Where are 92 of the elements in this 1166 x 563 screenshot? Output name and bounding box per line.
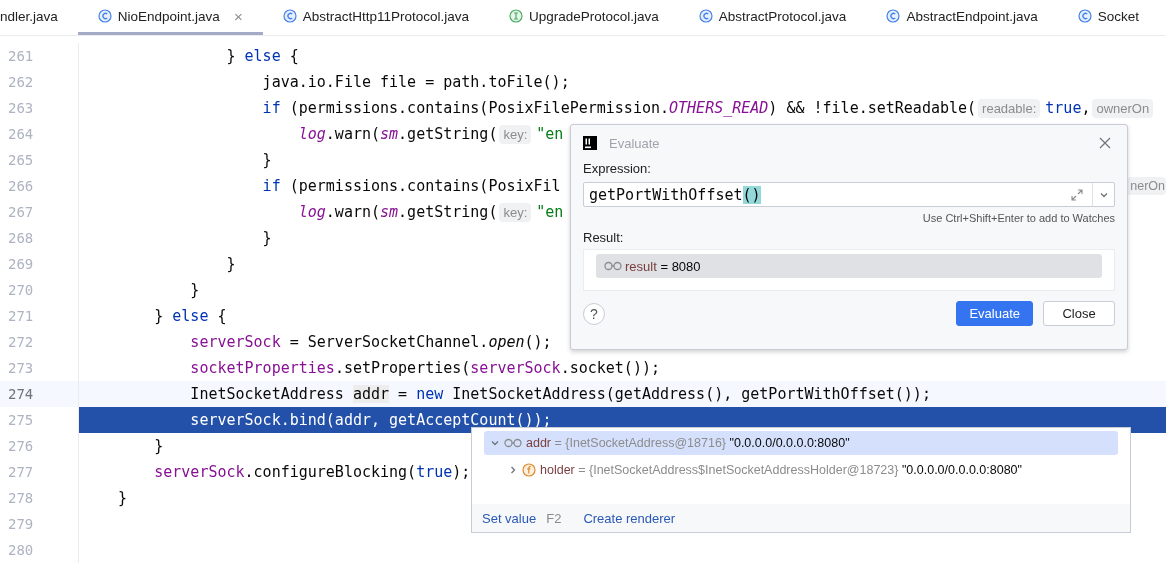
editor-tab[interactable]: Socket xyxy=(1057,0,1159,35)
line-number: 271 xyxy=(7,308,35,324)
line-number: 261 xyxy=(7,48,35,64)
line-number: 268 xyxy=(7,230,35,246)
line-number: 280 xyxy=(7,542,35,558)
code-text: } else { xyxy=(153,307,227,325)
editor-tab[interactable]: NioEndpoint.java × xyxy=(77,0,263,35)
expand-icon[interactable] xyxy=(1070,187,1084,202)
line-number: 263 xyxy=(7,100,35,116)
code-text: socketProperties.setProperties(serverSock.socket()); xyxy=(189,359,660,377)
code-text: "en xyxy=(536,203,564,221)
line-number: 278 xyxy=(7,490,35,506)
expression-field[interactable]: getPortWithOffset() xyxy=(583,182,1115,207)
line-number: 273 xyxy=(7,360,35,376)
tab-label: AbstractProtocol.java xyxy=(718,8,847,24)
inlay-hint: key: xyxy=(499,202,532,222)
code-text: } xyxy=(225,255,236,273)
code-text: java.io.File file = path.toFile(); xyxy=(261,73,570,91)
code-text: } xyxy=(261,229,272,247)
line-number: 279 xyxy=(7,516,35,532)
inlay-hint: ownerOn xyxy=(1092,98,1154,118)
glasses-icon xyxy=(604,261,622,271)
help-button[interactable]: ? xyxy=(583,302,605,325)
code-text: } xyxy=(261,151,272,169)
action-link[interactable]: Create renderer xyxy=(583,510,676,526)
tab-label: AbstractEndpoint.java xyxy=(906,8,1038,24)
line-number: 266 xyxy=(7,178,35,194)
editor-tab[interactable]: AbstractHttp11Protocol.java xyxy=(262,0,489,35)
class-icon xyxy=(282,9,297,23)
editor-tab[interactable]: AbstractProtocol.java xyxy=(678,0,867,35)
result-row[interactable]: result = 8080 xyxy=(596,254,1102,278)
class-icon xyxy=(97,9,112,23)
inlay-hint: readable: xyxy=(978,98,1041,118)
code-text: } xyxy=(153,437,164,455)
variable-row[interactable]: addr = {InetSocketAddress@18716} "0.0.0.0/0.0.0.0:8080" xyxy=(484,431,1118,455)
line-number: 277 xyxy=(7,464,35,480)
variable-text: holder = {InetSocketAddress$InetSocketAddressHolder@18723} "0.0.0.0/0.0.0.0:8080" xyxy=(540,463,1022,477)
result-label: Result: xyxy=(583,230,625,245)
app-logo-icon xyxy=(583,136,597,150)
close-icon[interactable]: × xyxy=(233,7,243,25)
editor-tab[interactable]: UpgradeProtocol.java xyxy=(489,0,679,35)
result-text: result = 8080 xyxy=(625,258,701,274)
code-text: true, xyxy=(1045,99,1091,117)
code-text: log.warn(sm.getString( xyxy=(297,203,498,221)
class-icon xyxy=(886,9,901,23)
editor-tab[interactable]: ndler.java xyxy=(0,0,78,35)
interface-icon xyxy=(509,9,523,23)
glasses-icon xyxy=(504,438,522,448)
tab-label: Socket xyxy=(1097,8,1139,24)
class-icon xyxy=(1077,9,1092,23)
line-number: 265 xyxy=(7,152,35,168)
code-text: serverSock.configureBlocking(true); xyxy=(153,463,471,481)
inlay-hint: nerOn xyxy=(1127,177,1166,195)
line-number: 272 xyxy=(7,334,35,350)
field-icon xyxy=(522,463,536,477)
expression-label: Expression: xyxy=(583,161,652,176)
code-text: InetSocketAddress addr = new InetSocketAddress(getAddress(), getPortWithOffset()); xyxy=(189,385,931,403)
editor-tab[interactable]: AbstractEndpoint.java xyxy=(866,0,1058,35)
line-number: 267 xyxy=(7,204,35,220)
code-text: if (permissions.contains(PosixFil xyxy=(261,177,561,195)
line-number: 274 xyxy=(7,386,35,402)
code-text: } else { xyxy=(225,47,299,65)
close-icon[interactable] xyxy=(1099,137,1111,149)
variable-text: addr = {InetSocketAddress@18716} "0.0.0.0/0.0.0.0:8080" xyxy=(526,436,850,450)
variable-row[interactable]: holder = {InetSocketAddress$InetSocketAddressHolder@18723} "0.0.0.0/0.0.0.0:8080" xyxy=(484,458,1118,482)
dialog-title: Evaluate xyxy=(609,135,660,151)
evaluate-button[interactable]: Evaluate xyxy=(956,301,1033,326)
code-text: log.warn(sm.getString( xyxy=(297,125,498,143)
tab-label: UpgradeProtocol.java xyxy=(529,8,659,24)
code-text: } xyxy=(189,281,200,299)
line-number: 276 xyxy=(7,438,35,454)
tab-label: AbstractHttp11Protocol.java xyxy=(302,8,469,24)
code-text: "en xyxy=(536,125,564,143)
inlay-hint: key: xyxy=(499,124,532,144)
line-number: 264 xyxy=(7,126,35,142)
shortcut-hint: Use Ctrl+Shift+Enter to add to Watches xyxy=(922,212,1115,224)
line-number: 270 xyxy=(7,282,35,298)
line-number: 269 xyxy=(7,256,35,272)
line-number: 262 xyxy=(7,74,35,90)
code-text: if (permissions.contains(PosixFilePermission.OTHERS_READ) && !file.setReadable( xyxy=(261,99,977,117)
shortcut-label: F2 xyxy=(546,510,562,526)
class-icon xyxy=(698,9,713,23)
line-number: 275 xyxy=(7,412,35,428)
code-text: serverSock.bind(addr, getAcceptCount()); xyxy=(189,411,552,429)
action-link[interactable]: Set value xyxy=(482,510,537,526)
code-text: } xyxy=(117,489,128,507)
chevron-right-icon[interactable] xyxy=(508,465,518,475)
tab-label: NioEndpoint.java xyxy=(117,8,220,24)
chevron-down-icon[interactable] xyxy=(490,438,500,448)
close-button[interactable]: Close xyxy=(1043,301,1115,326)
code-text: serverSock = ServerSocketChannel.open(); xyxy=(189,333,552,351)
tab-label: ndler.java xyxy=(0,8,58,24)
